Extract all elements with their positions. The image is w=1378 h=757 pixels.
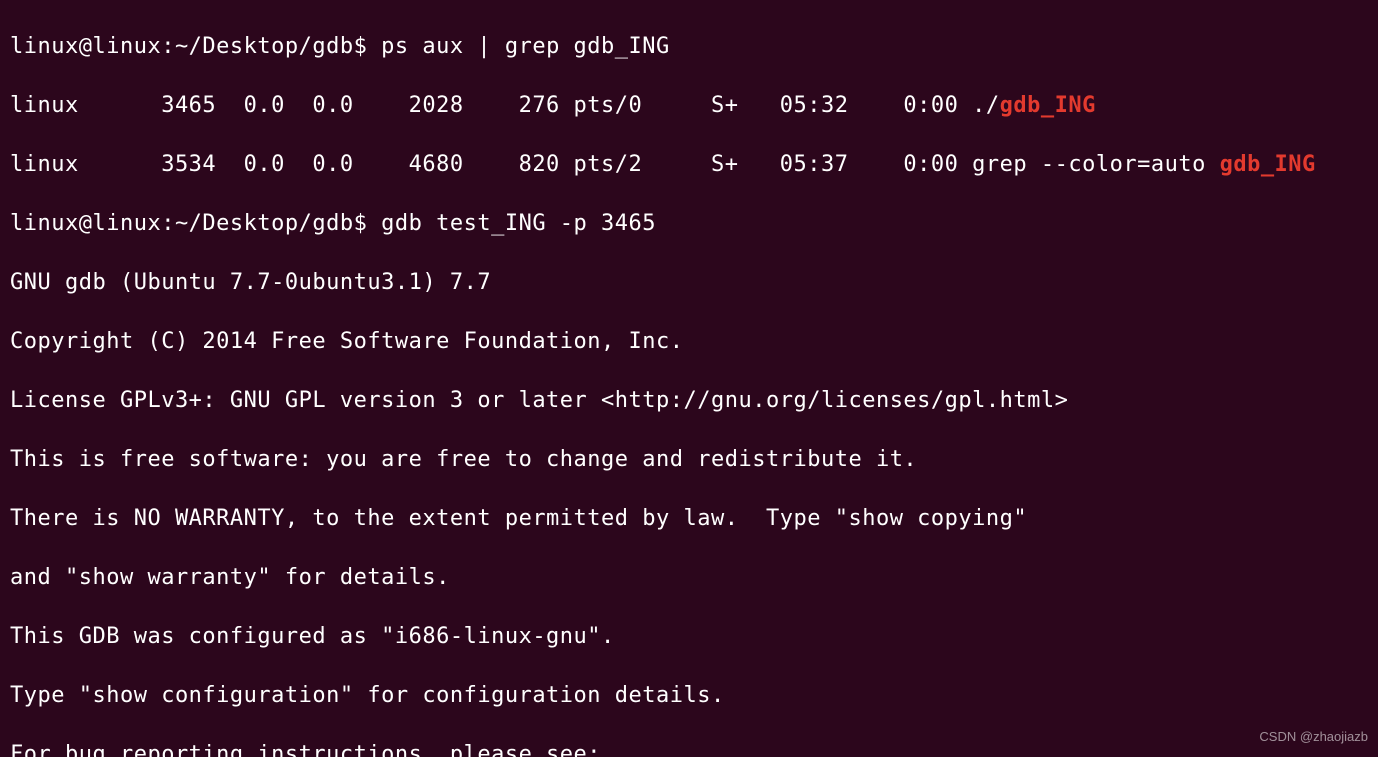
gdb-output: GNU gdb (Ubuntu 7.7-0ubuntu3.1) 7.7 (10, 268, 1368, 298)
gdb-output: There is NO WARRANTY, to the extent perm… (10, 504, 1368, 534)
grep-match: gdb_ING (1000, 93, 1096, 118)
gdb-output: and "show warranty" for details. (10, 563, 1368, 593)
gdb-output: For bug reporting instructions, please s… (10, 740, 1368, 757)
terminal[interactable]: linux@linux:~/Desktop/gdb$ ps aux | grep… (0, 0, 1378, 757)
ps-row-1: linux 3534 0.0 0.0 4680 820 pts/2 S+ 05:… (10, 150, 1368, 180)
command-text: gdb test_ING -p 3465 (381, 211, 656, 236)
command-line-ps: linux@linux:~/Desktop/gdb$ ps aux | grep… (10, 32, 1368, 62)
command-line-gdb: linux@linux:~/Desktop/gdb$ gdb test_ING … (10, 209, 1368, 239)
shell-prompt: linux@linux:~/Desktop/gdb$ (10, 211, 381, 236)
watermark-text: CSDN @zhaojiazb (1259, 722, 1368, 752)
gdb-output: This GDB was configured as "i686-linux-g… (10, 622, 1368, 652)
gdb-output: License GPLv3+: GNU GPL version 3 or lat… (10, 386, 1368, 416)
gdb-output: Type "show configuration" for configurat… (10, 681, 1368, 711)
ps-row-0: linux 3465 0.0 0.0 2028 276 pts/0 S+ 05:… (10, 91, 1368, 121)
grep-match: gdb_ING (1220, 152, 1316, 177)
command-text: ps aux | grep gdb_ING (381, 34, 670, 59)
gdb-output: Copyright (C) 2014 Free Software Foundat… (10, 327, 1368, 357)
shell-prompt: linux@linux:~/Desktop/gdb$ (10, 34, 381, 59)
gdb-output: This is free software: you are free to c… (10, 445, 1368, 475)
